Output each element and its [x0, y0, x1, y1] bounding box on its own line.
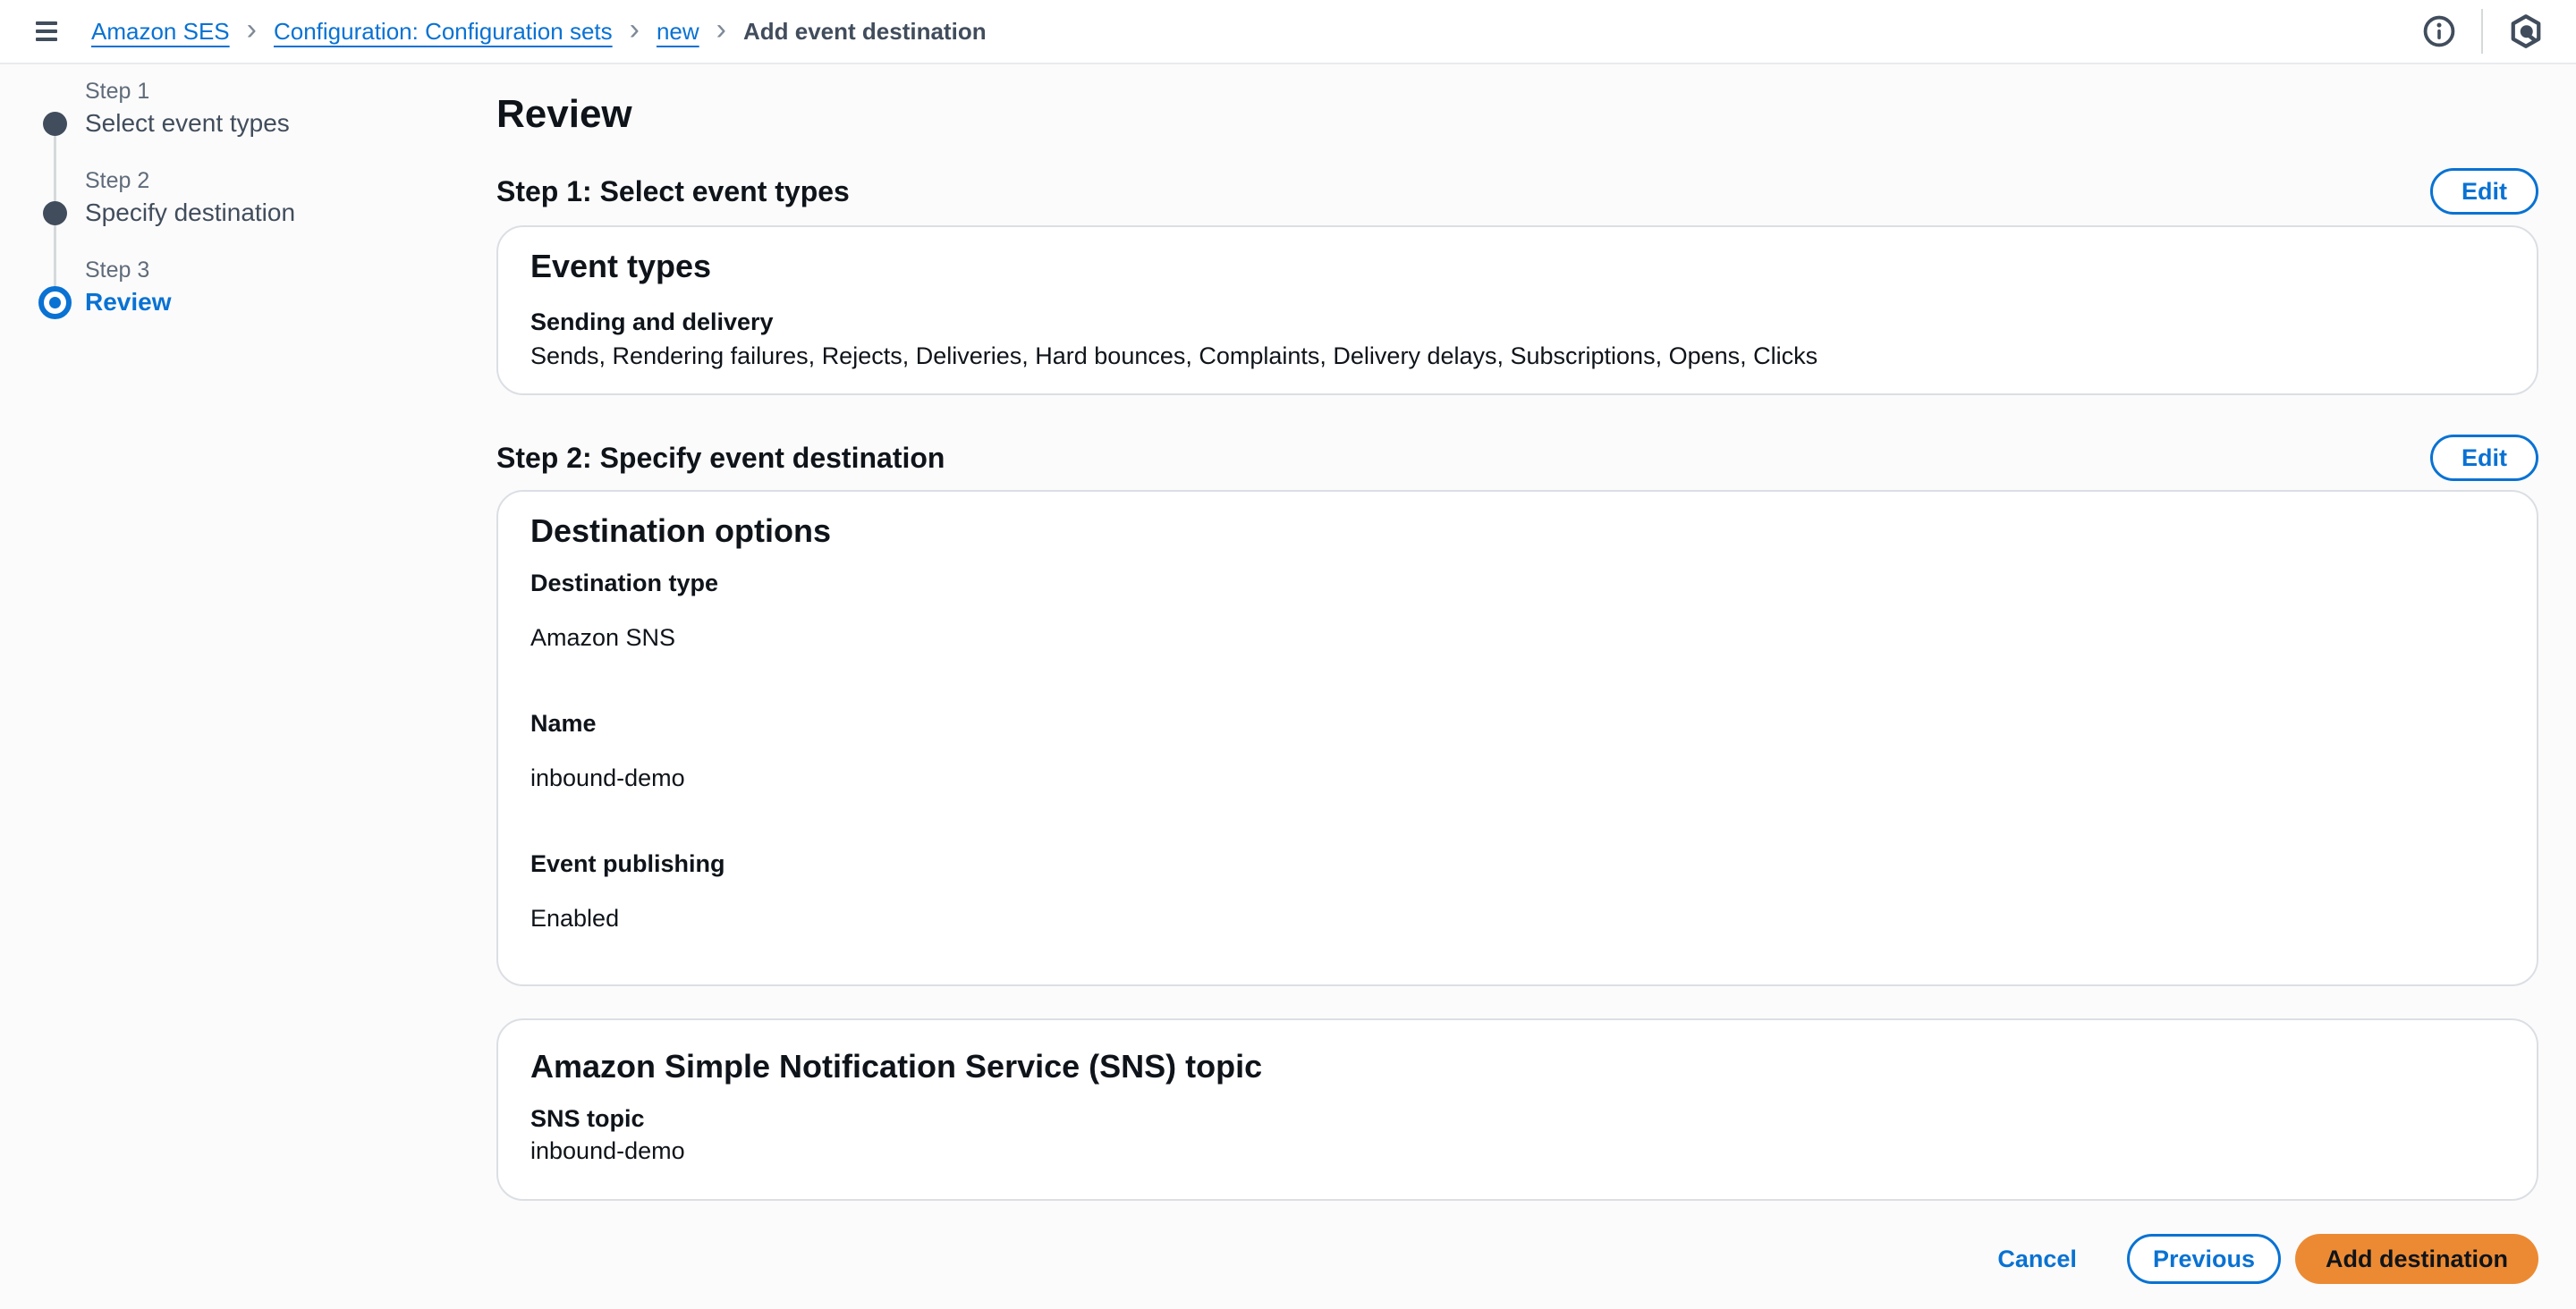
sns-topic-label: SNS topic: [530, 1104, 2504, 1133]
edit-destination-button[interactable]: Edit: [2430, 435, 2538, 481]
breadcrumb-current-page: Add event destination: [743, 18, 987, 46]
event-publishing-label: Event publishing: [530, 849, 2504, 878]
destination-options-card: Destination options Destination type Ama…: [496, 490, 2538, 986]
topbar-divider: [2481, 9, 2483, 54]
event-publishing-value: Enabled: [530, 904, 2504, 933]
destination-type-value: Amazon SNS: [530, 623, 2504, 652]
breadcrumb-link-new[interactable]: new: [657, 18, 699, 46]
sns-topic-card-title: Amazon Simple Notification Service (SNS)…: [530, 1047, 2504, 1086]
add-destination-button[interactable]: Add destination: [2295, 1234, 2538, 1284]
page-title: Review: [496, 91, 2538, 138]
breadcrumb-link-amazon-ses[interactable]: Amazon SES: [91, 18, 230, 46]
destination-type-label: Destination type: [530, 569, 2504, 597]
sending-and-delivery-label: Sending and delivery: [530, 308, 2504, 336]
name-value: inbound-demo: [530, 764, 2504, 792]
destination-options-card-title: Destination options: [530, 511, 2504, 551]
wizard-step-2: Step 2 Specify destination: [36, 166, 438, 229]
topbar-actions: [2422, 9, 2576, 54]
hamburger-menu-icon[interactable]: [36, 21, 59, 41]
chevron-right-icon: ›: [716, 18, 726, 41]
chevron-right-icon: ›: [630, 18, 640, 41]
chevron-right-icon: ›: [247, 18, 257, 41]
wizard-step-1: Step 1 Select event types: [36, 77, 438, 139]
step-1-circle-icon: [43, 112, 67, 136]
amazon-q-icon[interactable]: [2508, 13, 2544, 49]
section-2-heading: Step 2: Specify event destination: [496, 440, 945, 476]
previous-button[interactable]: Previous: [2127, 1234, 2281, 1284]
event-types-card: Event types Sending and delivery Sends, …: [496, 225, 2538, 395]
step-1-eyebrow: Step 1: [85, 77, 438, 106]
step-1-link[interactable]: Select event types: [85, 107, 438, 139]
step-2-link[interactable]: Specify destination: [85, 197, 438, 229]
top-navigation-bar: Amazon SES › Configuration: Configuratio…: [0, 0, 2576, 64]
breadcrumb-link-configuration-sets[interactable]: Configuration: Configuration sets: [274, 18, 613, 46]
sns-topic-card: Amazon Simple Notification Service (SNS)…: [496, 1018, 2538, 1201]
wizard-step-3-active: Step 3 Review: [36, 256, 438, 318]
main-content: Review Step 1: Select event types Edit E…: [496, 64, 2538, 1285]
section-1-heading: Step 1: Select event types: [496, 173, 850, 209]
step-3-eyebrow: Step 3: [85, 256, 438, 284]
wizard-steps-nav: Step 1 Select event types Step 2 Specify…: [36, 77, 438, 345]
cancel-button[interactable]: Cancel: [1997, 1246, 2077, 1273]
section-2-header: Step 2: Specify event destination Edit: [496, 433, 2538, 483]
step-2-eyebrow: Step 2: [85, 166, 438, 195]
name-label: Name: [530, 709, 2504, 738]
step-2-circle-icon: [43, 201, 67, 225]
wizard-footer-actions: Cancel Previous Add destination: [496, 1233, 2538, 1285]
sns-topic-value: inbound-demo: [530, 1136, 2504, 1165]
section-1-header: Step 1: Select event types Edit: [496, 166, 2538, 216]
breadcrumb: Amazon SES › Configuration: Configuratio…: [91, 18, 987, 46]
edit-event-types-button[interactable]: Edit: [2430, 168, 2538, 215]
selected-event-types-value: Sends, Rendering failures, Rejects, Deli…: [530, 342, 2504, 370]
step-3-active-circle-icon: [38, 286, 72, 319]
step-3-current: Review: [85, 286, 438, 318]
event-types-card-title: Event types: [530, 247, 2504, 286]
info-icon[interactable]: [2422, 14, 2456, 48]
